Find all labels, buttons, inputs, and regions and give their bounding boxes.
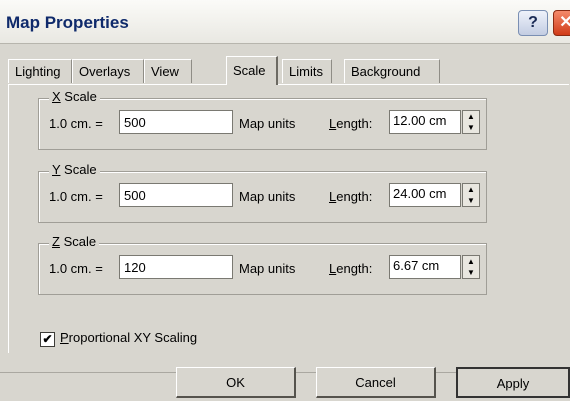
z-scale-input[interactable] xyxy=(119,255,233,279)
tab-limits[interactable]: Limits xyxy=(282,59,332,83)
spin-down-icon[interactable]: ▼ xyxy=(463,195,479,206)
x-units-label: Map units xyxy=(239,116,296,131)
z-units-label: Map units xyxy=(239,261,296,276)
spin-up-icon[interactable]: ▲ xyxy=(463,184,479,195)
x-ratio-label: 1.0 cm. = xyxy=(49,116,103,131)
y-scale-legend: Y Scale xyxy=(49,162,100,177)
ok-button[interactable]: OK xyxy=(176,367,296,398)
y-scale-input[interactable] xyxy=(119,183,233,207)
tab-scale[interactable]: Scale xyxy=(226,56,278,85)
x-scale-input[interactable] xyxy=(119,110,233,134)
y-length-spinner[interactable]: ▲ ▼ xyxy=(462,183,480,207)
cancel-button[interactable]: Cancel xyxy=(316,367,436,398)
x-scale-legend: X Scale xyxy=(49,89,100,104)
tab-view[interactable]: View xyxy=(144,59,192,83)
x-length-spinner[interactable]: ▲ ▼ xyxy=(462,110,480,134)
spin-down-icon[interactable]: ▼ xyxy=(463,267,479,278)
z-scale-legend: Z Scale xyxy=(49,234,100,249)
z-ratio-label: 1.0 cm. = xyxy=(49,261,103,276)
apply-button[interactable]: Apply xyxy=(456,367,570,398)
y-units-label: Map units xyxy=(239,189,296,204)
help-button[interactable]: ? xyxy=(518,10,548,36)
proportional-checkbox[interactable]: ✔ xyxy=(40,332,55,347)
z-length-label: Length: xyxy=(329,261,373,276)
tab-lighting[interactable]: Lighting xyxy=(8,59,72,83)
tab-strip: Lighting Overlays View Scale Limits Back… xyxy=(0,56,570,86)
proportional-label[interactable]: Proportional XY Scaling xyxy=(60,330,197,345)
tab-overlays[interactable]: Overlays xyxy=(72,59,144,83)
y-ratio-label: 1.0 cm. = xyxy=(49,189,103,204)
spin-down-icon[interactable]: ▼ xyxy=(463,122,479,133)
y-scale-group: Y Scale 1.0 cm. = Map units Length: 24.0… xyxy=(38,162,487,223)
y-length-input[interactable]: 24.00 cm xyxy=(389,183,461,207)
z-length-spinner[interactable]: ▲ ▼ xyxy=(462,255,480,279)
close-button[interactable]: ✕ xyxy=(553,10,570,36)
spin-up-icon[interactable]: ▲ xyxy=(463,111,479,122)
z-scale-group: Z Scale 1.0 cm. = Map units Length: 6.67… xyxy=(38,234,487,295)
x-scale-group: X Scale 1.0 cm. = Map units Length: 12.0… xyxy=(38,89,487,150)
window-title: Map Properties xyxy=(6,13,129,32)
title-bar: Map Properties ? ✕ xyxy=(0,0,570,44)
x-length-input[interactable]: 12.00 cm xyxy=(389,110,461,134)
z-length-input[interactable]: 6.67 cm xyxy=(389,255,461,279)
spin-up-icon[interactable]: ▲ xyxy=(463,256,479,267)
x-length-label: Length: xyxy=(329,116,373,131)
tab-background[interactable]: Background xyxy=(344,59,440,83)
y-length-label: Length: xyxy=(329,189,373,204)
